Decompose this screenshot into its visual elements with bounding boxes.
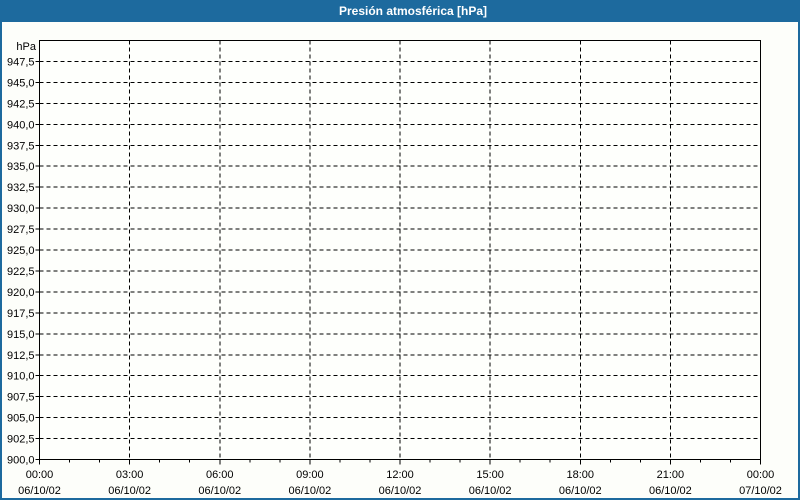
- y-tick-label: 937,5: [7, 140, 35, 152]
- y-tick-label: 935,0: [7, 161, 35, 173]
- y-tick-label: 925,0: [7, 245, 35, 257]
- y-tick-label: 917,5: [7, 308, 35, 320]
- x-date-label: 06/10/02: [198, 485, 241, 497]
- chart-title: Presión atmosférica [hPa]: [338, 4, 488, 18]
- y-tick-label: 930,0: [7, 203, 35, 215]
- y-tick-label: 927,5: [7, 224, 35, 236]
- y-tick-label: 945,0: [7, 77, 35, 89]
- y-tick-label: 922,5: [7, 266, 35, 278]
- x-date-label: 06/10/02: [649, 485, 692, 497]
- pressure-chart-plot: 947,5 945,0 942,5 940,0 937,5 935,0 932,5 930,0…: [7, 40, 782, 497]
- x-time-label: 15:00: [476, 469, 504, 481]
- y-tick-label: 905,0: [7, 413, 35, 425]
- x-date-label: 06/10/02: [469, 485, 512, 497]
- x-date-label: 07/10/02: [739, 485, 782, 497]
- y-tick-label: 920,0: [7, 287, 35, 299]
- x-time-label: 00:00: [26, 469, 54, 481]
- x-date-label: 06/10/02: [559, 485, 602, 497]
- x-date-label: 06/10/02: [108, 485, 151, 497]
- y-tick-label: 912,5: [7, 350, 35, 362]
- x-time-label: 00:00: [747, 469, 775, 481]
- chart-window: Presión atmosférica [hPa] 947,5 945,0 942,…: [0, 0, 800, 500]
- y-tick-label: 940,0: [7, 119, 35, 131]
- x-time-label: 18:00: [566, 469, 594, 481]
- y-tick-label: 910,0: [7, 371, 35, 383]
- y-tick-label: 907,5: [7, 392, 35, 404]
- y-axis-unit-label: hPa: [16, 41, 36, 53]
- x-time-label: 21:00: [657, 469, 685, 481]
- x-time-label: 12:00: [386, 469, 414, 481]
- y-tick-label: 900,0: [7, 455, 35, 467]
- y-tick-label: 902,5: [7, 434, 35, 446]
- x-time-label: 06:00: [206, 469, 234, 481]
- y-tick-label: 947,5: [7, 56, 35, 68]
- chart-title-bar: Presión atmosférica [hPa]: [2, 0, 798, 22]
- y-tick-label: 915,0: [7, 329, 35, 341]
- y-tick-label: 942,5: [7, 98, 35, 110]
- x-date-label: 06/10/02: [379, 485, 422, 497]
- x-date-label: 06/10/02: [18, 485, 61, 497]
- x-time-label: 03:00: [116, 469, 144, 481]
- y-tick-label: 932,5: [7, 182, 35, 194]
- x-time-label: 09:00: [296, 469, 324, 481]
- x-date-label: 06/10/02: [288, 485, 331, 497]
